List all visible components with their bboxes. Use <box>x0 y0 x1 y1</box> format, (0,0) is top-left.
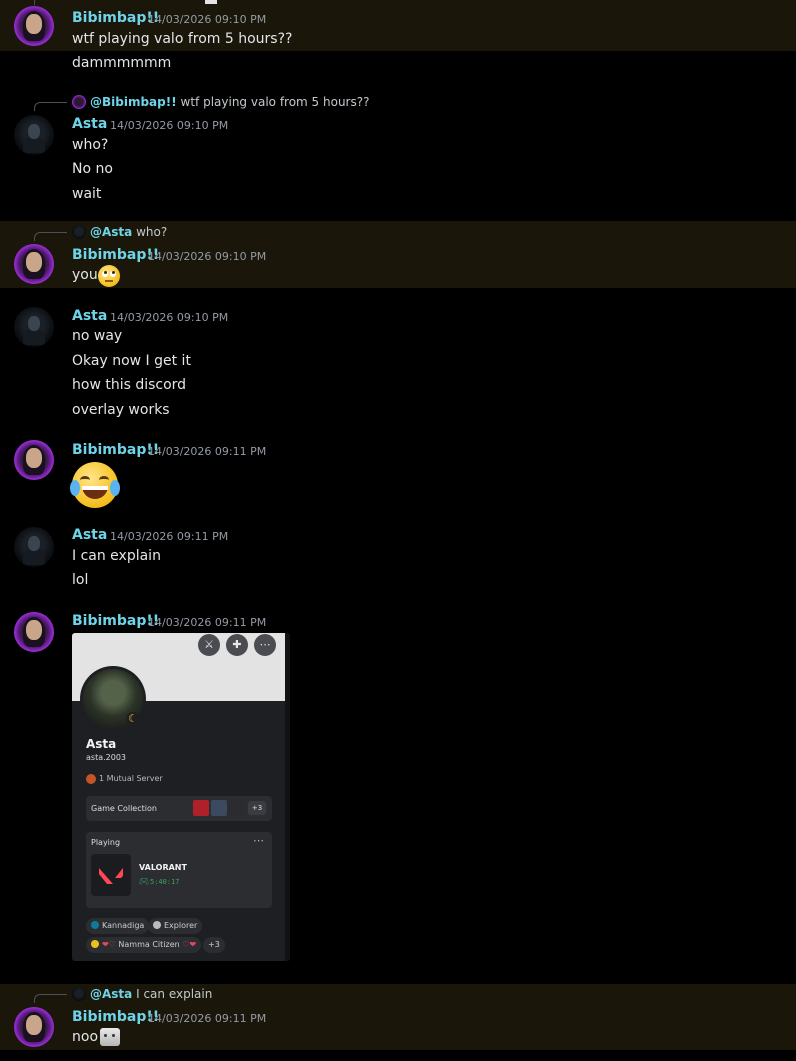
avatar[interactable] <box>14 527 54 567</box>
role-color-dot <box>91 921 99 929</box>
server-icon <box>86 774 96 784</box>
roles-more[interactable]: +3 <box>203 937 225 953</box>
add-friend-icon[interactable]: ✚ <box>226 634 248 656</box>
profile-avatar[interactable]: ☾ <box>80 666 146 732</box>
swords-icon[interactable]: ⚔ <box>198 634 220 656</box>
reply-mention[interactable]: @Bibimbap!! <box>90 95 177 109</box>
message-text: lol <box>72 572 89 588</box>
timestamp: 14/03/2026 09:10 PM <box>148 13 267 26</box>
reply-connector <box>34 102 67 111</box>
message-text: I can explain <box>72 548 161 564</box>
activity-more-icon[interactable]: ⋯ <box>253 834 264 847</box>
cat-emoji-icon[interactable] <box>100 1028 120 1046</box>
message-text: No no <box>72 161 113 177</box>
avatar[interactable] <box>14 440 54 480</box>
avatar[interactable] <box>14 612 54 652</box>
profile-username: asta.2003 <box>86 753 127 762</box>
previous-reply-fragment <box>72 0 222 2</box>
timestamp: 14/03/2026 09:10 PM <box>110 119 229 132</box>
reply-text: who? <box>136 225 168 239</box>
timestamp: 14/03/2026 09:11 PM <box>148 616 267 629</box>
username[interactable]: Bibimbap!! <box>72 442 159 458</box>
avatar[interactable] <box>14 1007 54 1047</box>
timestamp: 14/03/2026 09:11 PM <box>148 445 267 458</box>
reply-avatar <box>72 225 86 239</box>
playing-label: Playing <box>91 838 121 847</box>
mutual-servers[interactable]: 1 Mutual Server <box>99 774 163 783</box>
username[interactable]: Asta <box>72 308 107 324</box>
role-color-dot <box>153 921 161 929</box>
valorant-game-icon <box>91 854 131 896</box>
role-tag[interactable]: ❤♡ Namma Citizen ♡❤ <box>86 937 202 953</box>
gamepad-icon: 🎮︎ <box>139 877 150 886</box>
message-text: you <box>72 267 98 283</box>
reply-preview[interactable]: @Asta who? <box>72 225 167 239</box>
game-collection-row[interactable]: Game Collection +3 <box>86 796 272 821</box>
avatar[interactable] <box>14 115 54 155</box>
game-thumb <box>211 800 227 816</box>
attachment-icon <box>205 0 217 4</box>
reply-connector <box>34 0 67 5</box>
avatar[interactable] <box>14 307 54 347</box>
message-text: no way <box>72 328 123 344</box>
reply-preview[interactable]: @Bibimbap!! wtf playing valo from 5 hour… <box>72 95 369 109</box>
username[interactable]: Asta <box>72 527 107 543</box>
game-collection-label: Game Collection <box>91 804 157 813</box>
role-tag[interactable]: Kannadiga <box>86 918 150 934</box>
rolling-eyes-emoji-icon[interactable] <box>98 265 120 287</box>
tears-of-joy-emoji-icon[interactable] <box>70 462 120 508</box>
game-thumb <box>229 800 245 816</box>
game-thumb <box>193 800 209 816</box>
username[interactable]: Asta <box>72 116 107 132</box>
idle-moon-icon: ☾ <box>126 712 140 726</box>
reply-avatar <box>72 95 86 109</box>
timestamp: 14/03/2026 09:10 PM <box>110 311 229 324</box>
reply-connector <box>34 232 67 241</box>
game-collection-more: +3 <box>248 801 266 815</box>
image-attachment[interactable]: ⚔ ✚ ⋯ ☾ Asta asta.2003 1 Mutual Server G… <box>72 633 290 961</box>
reply-mention[interactable]: @Asta <box>90 225 132 239</box>
message-text: noo <box>72 1029 99 1045</box>
reply-avatar <box>72 987 86 1001</box>
more-options-icon[interactable]: ⋯ <box>254 634 276 656</box>
reply-connector <box>34 994 67 1003</box>
role-color-dot <box>91 940 99 948</box>
message-text: overlay works <box>72 402 170 418</box>
reply-text: wtf playing valo from 5 hours?? <box>180 95 370 109</box>
message-text: wait <box>72 186 102 202</box>
activity-panel[interactable]: Playing ⋯ VALORANT 🎮︎ 5:40:17 <box>86 832 272 908</box>
message-text: wtf playing valo from 5 hours?? <box>72 31 293 47</box>
reply-preview[interactable]: @Asta I can explain <box>72 987 212 1001</box>
reply-text: I can explain <box>136 987 213 1001</box>
avatar[interactable] <box>14 244 54 284</box>
avatar[interactable] <box>14 6 54 46</box>
username[interactable]: Bibimbap!! <box>72 613 159 629</box>
timestamp: 14/03/2026 09:11 PM <box>148 1012 267 1025</box>
username[interactable]: Bibimbap!! <box>72 1009 159 1025</box>
game-title: VALORANT <box>139 863 187 872</box>
message-text: who? <box>72 137 109 153</box>
reply-mention[interactable]: @Asta <box>90 987 132 1001</box>
timestamp: 14/03/2026 09:10 PM <box>148 250 267 263</box>
username[interactable]: Bibimbap!! <box>72 247 159 263</box>
username[interactable]: Bibimbap!! <box>72 10 159 26</box>
message-text: how this discord <box>72 377 187 393</box>
profile-display-name: Asta <box>86 737 117 751</box>
message-text: Okay now I get it <box>72 353 191 369</box>
role-tag[interactable]: Explorer <box>148 918 203 934</box>
timestamp: 14/03/2026 09:11 PM <box>110 530 229 543</box>
elapsed-time: 5:40:17 <box>150 878 180 886</box>
message-text: dammmmmm <box>72 55 172 71</box>
